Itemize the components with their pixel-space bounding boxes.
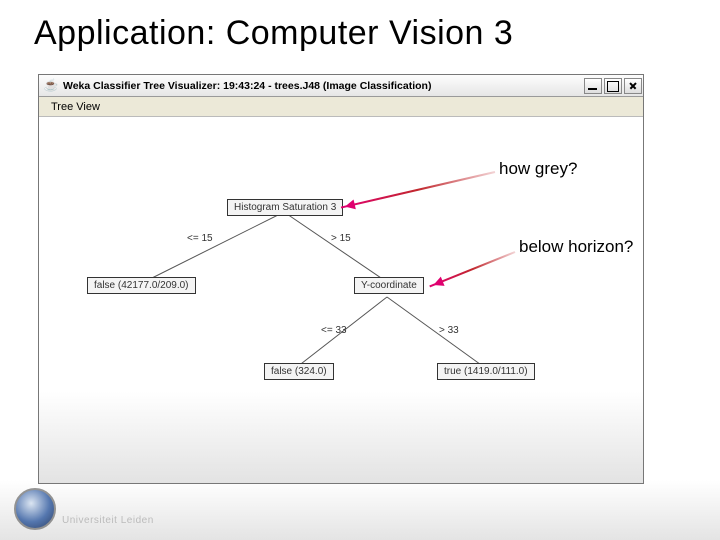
edge-mid-right: > 33 <box>439 325 459 336</box>
close-button[interactable] <box>624 78 642 94</box>
annotation-how-grey: how grey? <box>499 159 577 179</box>
node-leaf-mid-right[interactable]: true (1419.0/111.0) <box>437 363 535 380</box>
node-ycoord[interactable]: Y-coordinate <box>354 277 424 294</box>
node-leaf-mid-left[interactable]: false (324.0) <box>264 363 334 380</box>
window-title: Weka Classifier Tree Visualizer: 19:43:2… <box>63 80 583 92</box>
node-root[interactable]: Histogram Saturation 3 <box>227 199 343 216</box>
minimize-button[interactable] <box>584 78 602 94</box>
window-controls <box>583 76 643 96</box>
weka-window: ☕ Weka Classifier Tree Visualizer: 19:43… <box>38 74 644 484</box>
edge-root-left: <= 15 <box>187 233 213 244</box>
annotation-below-horizon: below horizon? <box>519 237 633 257</box>
university-logo-icon <box>14 488 56 530</box>
window-titlebar[interactable]: ☕ Weka Classifier Tree Visualizer: 19:43… <box>39 75 643 97</box>
node-leaf-left[interactable]: false (42177.0/209.0) <box>87 277 196 294</box>
menu-bar: Tree View <box>39 97 643 117</box>
university-wordmark: Universiteit Leiden <box>62 515 154 526</box>
edge-mid-left: <= 33 <box>321 325 347 336</box>
java-icon: ☕ <box>43 78 59 94</box>
tree-canvas[interactable]: Histogram Saturation 3 <= 15 > 15 false … <box>39 117 643 483</box>
edge-root-right: > 15 <box>331 233 351 244</box>
maximize-button[interactable] <box>604 78 622 94</box>
slide-gradient <box>0 480 720 540</box>
slide-title: Application: Computer Vision 3 <box>0 0 720 63</box>
menu-tree-view[interactable]: Tree View <box>45 99 106 115</box>
